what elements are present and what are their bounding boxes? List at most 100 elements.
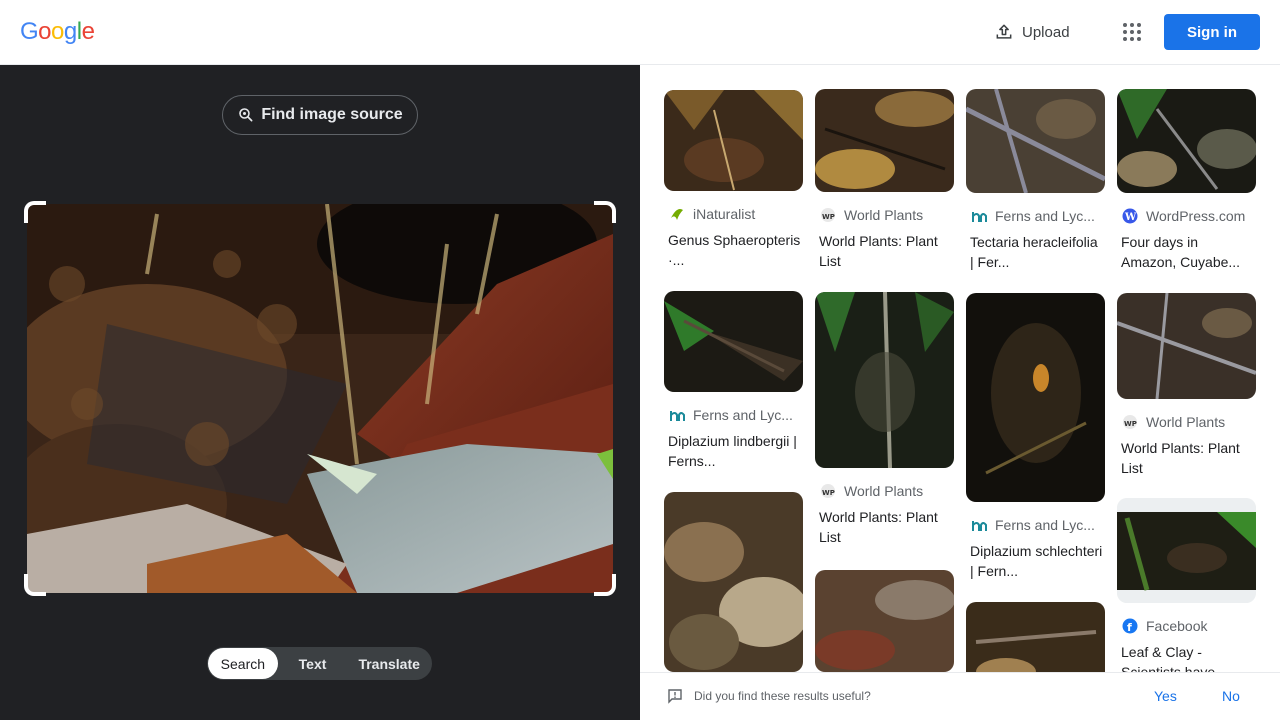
result-thumbnail[interactable]	[1117, 293, 1256, 399]
result-source-name: iNaturalist	[693, 206, 756, 222]
svg-text:WP: WP	[822, 213, 835, 221]
result-thumbnail[interactable]	[1117, 498, 1256, 603]
svg-text:WP: WP	[822, 489, 835, 497]
result-thumbnail[interactable]	[966, 293, 1105, 502]
result-thumbnail[interactable]	[815, 570, 954, 672]
logo-letter-o2: o	[51, 18, 64, 45]
tab-translate[interactable]: Translate	[347, 648, 431, 679]
result-thumbnail[interactable]	[966, 602, 1105, 672]
result-thumbnail[interactable]	[815, 292, 954, 468]
world-plants-icon: WP	[820, 207, 836, 223]
wordpress-icon: W	[1122, 208, 1138, 224]
sign-in-button[interactable]: Sign in	[1164, 14, 1260, 50]
result-source-name: Facebook	[1146, 618, 1208, 634]
results-column-3: Ferns and Lyc... Tectaria heracleifolia …	[966, 89, 1105, 672]
result-card[interactable]: WP World Plants World Plants: Plant List	[815, 89, 954, 271]
feedback-yes-button[interactable]: Yes	[1154, 688, 1177, 704]
find-image-source-label: Find image source	[261, 106, 403, 123]
world-plants-icon: WP	[1122, 414, 1138, 430]
ferns-lycophytes-icon	[971, 517, 987, 533]
result-title[interactable]: Tectaria heracleifolia | Fer...	[970, 232, 1105, 272]
feedback-question: Did you find these results useful?	[694, 689, 871, 703]
result-card[interactable]: Ferns and Lyc... Diplazium lindbergii | …	[664, 291, 803, 471]
result-card[interactable]	[966, 602, 1105, 672]
result-title[interactable]: Diplazium lindbergii | Ferns...	[668, 431, 803, 471]
result-source: iNaturalist	[669, 204, 803, 224]
feedback-icon	[668, 689, 682, 704]
crop-handle-top-left[interactable]	[24, 201, 46, 223]
results-column-1: iNaturalist Genus Sphaeropteris ·... Fer…	[664, 90, 803, 672]
tab-text[interactable]: Text	[278, 648, 348, 679]
result-source: W WordPress.com	[1122, 206, 1256, 226]
result-source-name: World Plants	[1146, 414, 1226, 430]
feedback-bar: Did you find these results useful? Yes N…	[640, 672, 1280, 720]
result-card[interactable]: WP World Plants World Plants: Plant List	[1117, 293, 1256, 478]
result-source: f Facebook	[1122, 616, 1256, 636]
query-image	[27, 204, 613, 593]
query-image-panel: Find image source Search Text Translate	[0, 65, 640, 720]
upload-icon	[996, 24, 1012, 39]
result-title[interactable]: Leaf & Clay - Scientists have...	[1121, 642, 1256, 672]
crop-handle-bottom-right[interactable]	[594, 574, 616, 596]
result-thumbnail[interactable]	[664, 492, 803, 672]
result-card[interactable]: W WordPress.com Four days in Amazon, Cuy…	[1117, 89, 1256, 272]
crop-selection[interactable]	[24, 201, 616, 596]
result-thumbnail[interactable]	[966, 89, 1105, 193]
logo-letter-e: e	[81, 18, 95, 45]
results-column-4: W WordPress.com Four days in Amazon, Cuy…	[1117, 89, 1256, 672]
result-title[interactable]: World Plants: Plant List	[819, 507, 954, 547]
results-column-2: WP World Plants World Plants: Plant List…	[815, 89, 954, 672]
result-card[interactable]: iNaturalist Genus Sphaeropteris ·...	[664, 90, 803, 270]
result-thumbnail[interactable]	[664, 291, 803, 392]
result-title[interactable]: World Plants: Plant List	[1121, 438, 1256, 478]
apps-button[interactable]	[1114, 14, 1150, 50]
visual-matches-grid: iNaturalist Genus Sphaeropteris ·... Fer…	[640, 65, 1280, 672]
result-source-name: Ferns and Lyc...	[995, 208, 1095, 224]
result-source: WP World Plants	[820, 481, 954, 501]
result-title[interactable]: Genus Sphaeropteris ·...	[668, 230, 803, 270]
result-thumbnail[interactable]	[1117, 89, 1256, 193]
svg-text:WP: WP	[1124, 420, 1137, 428]
apps-grid-icon	[1123, 23, 1141, 41]
find-image-source-button[interactable]: Find image source	[222, 95, 418, 135]
ferns-lycophytes-icon	[971, 208, 987, 224]
upload-label: Upload	[1022, 23, 1070, 41]
inaturalist-icon	[669, 206, 685, 222]
result-source: WP World Plants	[1122, 412, 1256, 432]
result-source: Ferns and Lyc...	[971, 206, 1105, 226]
header: Google Upload Sign in	[0, 0, 1280, 65]
ferns-lycophytes-icon	[669, 407, 685, 423]
result-card[interactable]: Ferns and Lyc... Tectaria heracleifolia …	[966, 89, 1105, 272]
tab-search[interactable]: Search	[208, 648, 278, 679]
result-title[interactable]: Four days in Amazon, Cuyabe...	[1121, 232, 1256, 272]
result-source-name: Ferns and Lyc...	[693, 407, 793, 423]
mode-tabs: Search Text Translate	[207, 647, 432, 680]
result-card[interactable]: Ferns and Lyc... Diplazium schlechteri |…	[966, 293, 1105, 581]
svg-text:W: W	[1124, 212, 1137, 223]
facebook-icon: f	[1122, 618, 1138, 634]
world-plants-icon: WP	[820, 483, 836, 499]
upload-button[interactable]: Upload	[984, 14, 1080, 50]
result-card[interactable]	[815, 570, 954, 672]
logo-letter-g2: g	[63, 18, 77, 45]
result-source-name: Ferns and Lyc...	[995, 517, 1095, 533]
result-source: Ferns and Lyc...	[971, 515, 1105, 535]
result-title[interactable]: World Plants: Plant List	[819, 231, 954, 271]
result-source-name: World Plants	[844, 207, 924, 223]
result-thumbnail[interactable]	[664, 90, 803, 191]
lens-search-icon	[239, 108, 253, 122]
logo-letter-o1: o	[38, 18, 52, 45]
result-card[interactable]: f Facebook Leaf & Clay - Scientists have…	[1117, 498, 1256, 672]
result-source: Ferns and Lyc...	[669, 405, 803, 425]
crop-handle-bottom-left[interactable]	[24, 574, 46, 596]
crop-handle-top-right[interactable]	[594, 201, 616, 223]
google-logo[interactable]: Google	[20, 18, 95, 46]
svg-text:f: f	[1127, 621, 1132, 634]
result-source-name: World Plants	[844, 483, 924, 499]
result-thumbnail[interactable]	[815, 89, 954, 192]
feedback-no-button[interactable]: No	[1222, 688, 1240, 704]
result-source: WP World Plants	[820, 205, 954, 225]
result-card[interactable]	[664, 492, 803, 672]
result-title[interactable]: Diplazium schlechteri | Fern...	[970, 541, 1105, 581]
result-card[interactable]: WP World Plants World Plants: Plant List	[815, 292, 954, 547]
